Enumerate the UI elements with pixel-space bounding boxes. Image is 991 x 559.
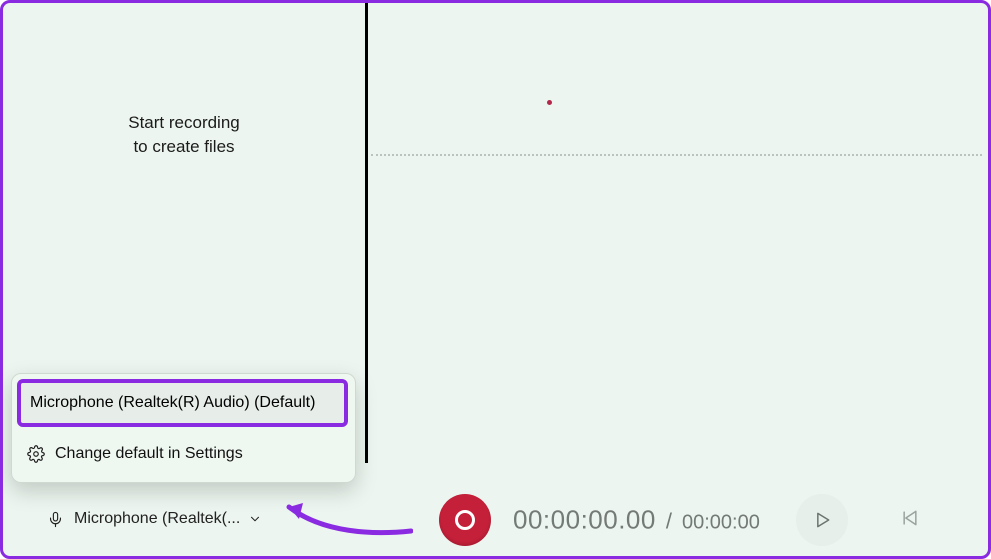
play-button[interactable] — [796, 494, 848, 546]
waveform-canvas — [371, 3, 988, 463]
empty-state-line2: to create files — [3, 135, 365, 159]
playhead-marker — [547, 100, 552, 105]
mic-selector-label: Microphone (Realtek(... — [74, 510, 240, 528]
mic-option-default-label: Microphone (Realtek(R) Audio) (Default) — [30, 394, 315, 412]
skip-back-icon — [900, 508, 920, 533]
gear-icon — [27, 445, 45, 463]
elapsed-time: 00:00:00.00 — [513, 505, 656, 536]
play-icon — [812, 510, 832, 530]
record-icon — [455, 510, 475, 530]
app-window: Start recording to create files Micropho… — [0, 0, 991, 559]
change-default-settings[interactable]: Change default in Settings — [17, 433, 348, 475]
mic-selector-dropdown[interactable]: Microphone (Realtek(... — [41, 500, 268, 538]
skip-back-button[interactable] — [888, 498, 932, 542]
empty-state-line1: Start recording — [3, 111, 365, 135]
mic-flyout-menu: Microphone (Realtek(R) Audio) (Default) … — [11, 373, 356, 483]
change-default-settings-label: Change default in Settings — [55, 445, 243, 463]
empty-state: Start recording to create files — [3, 111, 365, 159]
chevron-down-icon — [248, 512, 262, 526]
bottom-bar: Microphone (Realtek(... 00:00:00.00 / 00… — [3, 484, 988, 556]
microphone-icon — [47, 511, 64, 528]
mic-option-default[interactable]: Microphone (Realtek(R) Audio) (Default) — [17, 379, 348, 427]
time-separator: / — [666, 509, 672, 535]
record-button[interactable] — [439, 494, 491, 546]
timeline-baseline — [371, 154, 982, 156]
time-display: 00:00:00.00 / 00:00:00 — [513, 505, 760, 536]
total-time: 00:00:00 — [682, 512, 760, 535]
